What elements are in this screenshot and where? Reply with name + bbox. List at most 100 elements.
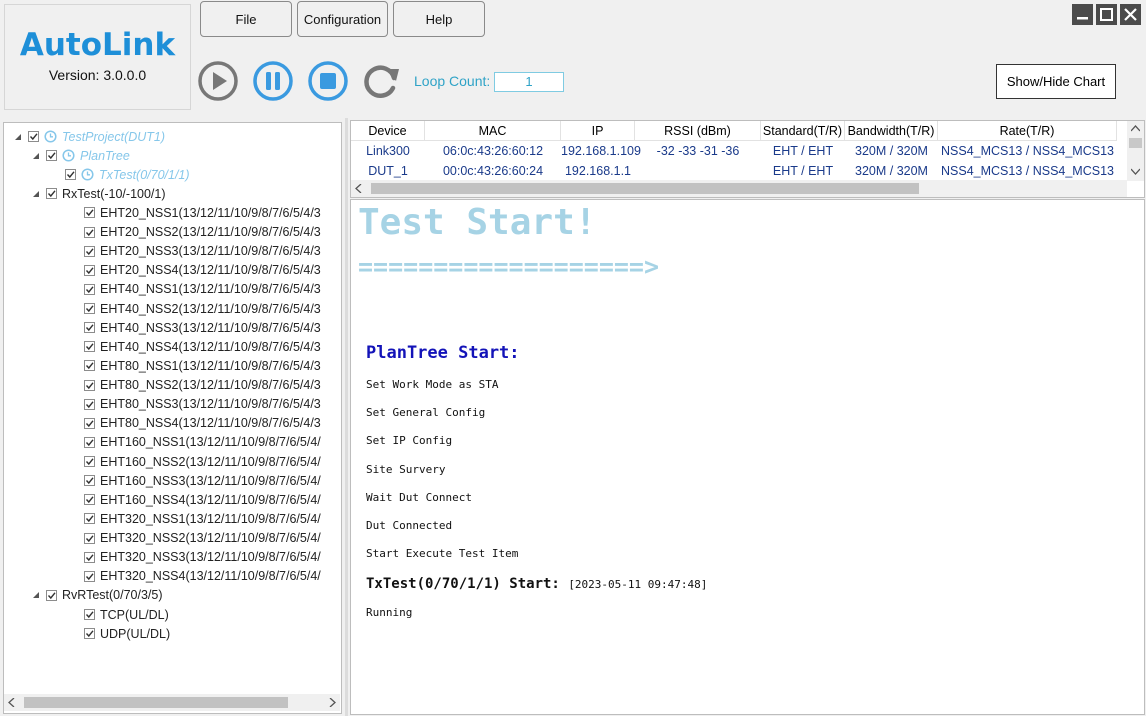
panel-splitter[interactable]	[345, 118, 348, 716]
tree-item-checkbox[interactable]	[84, 226, 95, 238]
tree-item[interactable]: EHT20_NSS2(13/12/11/10/9/8/7/6/5/4/3	[84, 223, 321, 242]
maximize-button[interactable]	[1096, 4, 1117, 25]
table-header-cell[interactable]: Bandwidth(T/R)	[845, 121, 938, 141]
tree-item-checkbox[interactable]	[84, 398, 95, 410]
tree-item-checkbox[interactable]	[84, 456, 95, 468]
pause-button[interactable]	[252, 60, 294, 102]
tree-item-checkbox[interactable]	[84, 322, 95, 334]
tree-item[interactable]: TestProject(DUT1)	[14, 127, 165, 146]
tree-item[interactable]: EHT40_NSS4(13/12/11/10/9/8/7/6/5/4/3	[84, 337, 321, 356]
tree-item[interactable]: EHT160_NSS3(13/12/11/10/9/8/7/6/5/4/	[84, 471, 321, 490]
table-vertical-scrollbar[interactable]	[1127, 121, 1144, 181]
stop-button[interactable]	[307, 60, 349, 102]
tree-item-checkbox[interactable]	[84, 532, 95, 544]
tree-item-checkbox[interactable]	[84, 341, 95, 353]
tree-item[interactable]: EHT160_NSS2(13/12/11/10/9/8/7/6/5/4/	[84, 452, 321, 471]
log-line: Site Survery	[366, 462, 446, 476]
tree-item-checkbox[interactable]	[46, 150, 57, 162]
tree-item-checkbox[interactable]	[84, 494, 95, 506]
tree-item[interactable]: EHT320_NSS3(13/12/11/10/9/8/7/6/5/4/	[84, 548, 321, 567]
tree-item[interactable]: UDP(UL/DL)	[84, 624, 170, 643]
tree-item-checkbox[interactable]	[84, 609, 95, 620]
tree-item[interactable]: RvRTest(0/70/3/5)	[32, 586, 163, 605]
log-line: Wait Dut Connect	[366, 490, 472, 504]
tree-item-checkbox[interactable]	[84, 283, 95, 295]
expand-toggle-icon[interactable]	[32, 591, 40, 599]
tree-item[interactable]: PlanTree	[32, 146, 130, 165]
close-button[interactable]	[1120, 4, 1141, 25]
scroll-down-icon[interactable]	[1131, 167, 1140, 175]
tree-item-checkbox[interactable]	[84, 513, 95, 525]
tree-item-label: EHT40_NSS1(13/12/11/10/9/8/7/6/5/4/3	[100, 282, 321, 297]
tree-item-checkbox[interactable]	[28, 131, 39, 142]
tree-item-checkbox[interactable]	[46, 589, 57, 601]
log-tx-time: [2023-05-11 09:47:48]	[568, 578, 708, 591]
tree-item[interactable]: EHT20_NSS4(13/12/11/10/9/8/7/6/5/4/3	[84, 261, 321, 280]
configuration-menu-button[interactable]: Configuration	[297, 1, 388, 37]
tree-item[interactable]: EHT20_NSS3(13/12/11/10/9/8/7/6/5/4/3	[84, 242, 321, 261]
tree-item[interactable]: EHT40_NSS2(13/12/11/10/9/8/7/6/5/4/3	[84, 299, 321, 318]
tree-item[interactable]: EHT80_NSS3(13/12/11/10/9/8/7/6/5/4/3	[84, 395, 321, 414]
table-header-cell[interactable]: MAC	[425, 121, 561, 141]
table-header-cell[interactable]: RSSI (dBm)	[635, 121, 761, 141]
log-line: Set IP Config	[366, 434, 453, 448]
tree-item-checkbox[interactable]	[84, 379, 95, 391]
table-header-cell[interactable]: Rate(T/R)	[938, 121, 1117, 141]
minimize-button[interactable]	[1072, 4, 1093, 25]
tree-item[interactable]: EHT320_NSS4(13/12/11/10/9/8/7/6/5/4/	[84, 567, 321, 586]
tree-item-checkbox[interactable]	[84, 551, 95, 563]
refresh-button[interactable]	[360, 60, 402, 102]
scroll-left-icon[interactable]	[8, 698, 16, 707]
scroll-right-icon[interactable]	[328, 698, 336, 707]
tree-item-label: EHT40_NSS2(13/12/11/10/9/8/7/6/5/4/3	[100, 301, 321, 316]
table-header-cell[interactable]: IP	[561, 121, 635, 141]
table-scroll-thumb[interactable]	[371, 183, 919, 194]
tree-item-checkbox[interactable]	[84, 417, 95, 429]
tree-item[interactable]: EHT40_NSS3(13/12/11/10/9/8/7/6/5/4/3	[84, 318, 321, 337]
loop-count-input[interactable]: 1	[494, 72, 564, 92]
tree-item-checkbox[interactable]	[84, 475, 95, 487]
tree-item-label: EHT80_NSS2(13/12/11/10/9/8/7/6/5/4/3	[100, 378, 321, 393]
tree-item-checkbox[interactable]	[84, 245, 95, 257]
table-header-cell[interactable]: Standard(T/R)	[761, 121, 845, 141]
tree-scroll-thumb[interactable]	[24, 697, 288, 708]
tree-item-checkbox[interactable]	[84, 303, 95, 315]
show-hide-chart-button[interactable]: Show/Hide Chart	[996, 64, 1116, 99]
table-cell: 06:0c:43:26:60:12	[442, 144, 544, 158]
tree-item-checkbox[interactable]	[65, 169, 76, 181]
tree-item[interactable]: RxTest(-10/-100/1)	[32, 184, 166, 203]
tree-item[interactable]: EHT160_NSS1(13/12/11/10/9/8/7/6/5/4/	[84, 433, 321, 452]
tree-item-label: EHT320_NSS3(13/12/11/10/9/8/7/6/5/4/	[100, 550, 321, 565]
tree-item[interactable]: EHT320_NSS2(13/12/11/10/9/8/7/6/5/4/	[84, 529, 321, 548]
tree-item-checkbox[interactable]	[84, 207, 95, 219]
expand-toggle-icon[interactable]	[32, 190, 40, 198]
tree-item-label: PlanTree	[80, 148, 130, 163]
expand-toggle-icon[interactable]	[14, 133, 22, 141]
tree-item[interactable]: EHT320_NSS1(13/12/11/10/9/8/7/6/5/4/	[84, 509, 321, 528]
tree-horizontal-scrollbar[interactable]	[4, 694, 340, 711]
tree-item[interactable]: EHT20_NSS1(13/12/11/10/9/8/7/6/5/4/3	[84, 203, 321, 222]
tree-item[interactable]: EHT160_NSS4(13/12/11/10/9/8/7/6/5/4/	[84, 490, 321, 509]
tree-item[interactable]: EHT80_NSS1(13/12/11/10/9/8/7/6/5/4/3	[84, 356, 321, 375]
play-button[interactable]	[197, 60, 239, 102]
tree-item-checkbox[interactable]	[84, 360, 95, 372]
help-menu-button[interactable]: Help	[393, 1, 485, 37]
tree-item-checkbox[interactable]	[84, 436, 95, 448]
tree-item[interactable]: EHT80_NSS2(13/12/11/10/9/8/7/6/5/4/3	[84, 376, 321, 395]
table-horizontal-scrollbar[interactable]	[351, 180, 1127, 197]
tree-item[interactable]: EHT40_NSS1(13/12/11/10/9/8/7/6/5/4/3	[84, 280, 321, 299]
table-vscroll-thumb[interactable]	[1129, 138, 1142, 148]
expand-toggle-icon[interactable]	[32, 152, 40, 160]
scroll-up-icon[interactable]	[1131, 125, 1140, 133]
tree-item-label: EHT160_NSS4(13/12/11/10/9/8/7/6/5/4/	[100, 492, 321, 507]
tree-item-checkbox[interactable]	[84, 264, 95, 276]
tree-item-checkbox[interactable]	[46, 188, 57, 200]
tree-item[interactable]: TCP(UL/DL)	[84, 605, 169, 624]
tree-item-checkbox[interactable]	[84, 570, 95, 582]
scroll-left-icon[interactable]	[355, 184, 363, 193]
tree-item[interactable]: EHT80_NSS4(13/12/11/10/9/8/7/6/5/4/3	[84, 414, 321, 433]
tree-item[interactable]: TxTest(0/70/1/1)	[65, 165, 190, 184]
file-menu-button[interactable]: File	[200, 1, 292, 37]
table-header-cell[interactable]: Device	[351, 121, 425, 141]
tree-item-checkbox[interactable]	[84, 628, 95, 640]
